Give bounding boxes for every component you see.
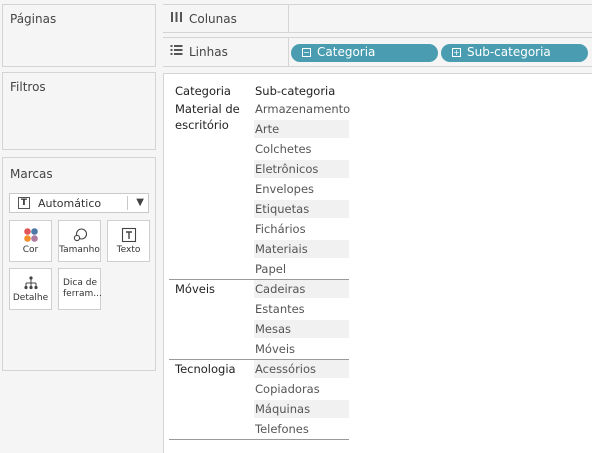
columns-shelf[interactable]: Colunas <box>163 4 592 33</box>
subcategory-row[interactable]: Cadeiras <box>255 282 305 296</box>
subcategory-row[interactable]: Mesas <box>255 322 291 336</box>
subcategory-row[interactable]: Materiais <box>255 242 308 256</box>
text-button[interactable]: Texto <box>107 220 150 262</box>
rows-icon <box>170 44 183 59</box>
collapse-icon[interactable]: − <box>302 48 311 57</box>
header-categoria[interactable]: Categoria <box>175 84 231 98</box>
pages-title: Páginas <box>10 12 57 26</box>
marks-title: Marcas <box>10 167 53 181</box>
rows-shelf-header: Linhas <box>163 38 289 66</box>
size-button-label: Tamanho <box>59 245 100 255</box>
color-button[interactable]: Cor <box>9 220 52 262</box>
pill-subcategoria[interactable]: + Sub-categoria <box>441 44 588 62</box>
tooltip-button-label: Dica de ferram... <box>63 278 102 299</box>
columns-shelf-label: Colunas <box>189 12 237 26</box>
category-material-escritorio[interactable]: Material de escritório <box>175 101 247 133</box>
subcategory-row[interactable]: Máquinas <box>255 402 310 416</box>
color-dots-icon <box>10 227 51 243</box>
detail-button-label: Detalhe <box>12 293 49 303</box>
marks-card: Marcas <box>2 157 156 371</box>
detail-icon <box>10 275 51 291</box>
dropdown-separator <box>127 196 128 210</box>
filters-card[interactable]: Filtros <box>2 72 156 150</box>
subcategory-row[interactable]: Acessórios <box>255 362 316 376</box>
category-tecnologia[interactable]: Tecnologia <box>175 361 236 377</box>
subcategory-row[interactable]: Etiquetas <box>255 202 309 216</box>
pill-subcategoria-label: Sub-categoria <box>467 45 551 59</box>
subcategory-row[interactable]: Armazenamento <box>255 102 350 116</box>
text-mark-icon: T <box>18 197 30 209</box>
subcategory-row[interactable]: Colchetes <box>255 142 312 156</box>
category-moveis[interactable]: Móveis <box>175 281 215 297</box>
tooltip-button[interactable]: Dica de ferram... <box>58 268 102 310</box>
detail-button[interactable]: Detalhe <box>9 268 52 310</box>
subcategory-row[interactable]: Telefones <box>255 422 309 436</box>
columns-icon <box>170 11 183 26</box>
text-icon <box>108 227 149 243</box>
header-subcategoria[interactable]: Sub-categoria <box>255 84 335 98</box>
size-button[interactable]: Tamanho <box>58 220 101 262</box>
rows-shelf-label: Linhas <box>189 45 228 59</box>
subcategory-row[interactable]: Copiadoras <box>255 382 320 396</box>
columns-shelf-header: Colunas <box>163 5 289 32</box>
pill-categoria[interactable]: − Categoria <box>291 44 438 62</box>
rows-shelf[interactable]: Linhas − Categoria + Sub-categoria <box>163 37 592 67</box>
group-divider <box>169 439 349 440</box>
mark-type-label: Automático <box>38 197 102 210</box>
expand-icon[interactable]: + <box>452 48 461 57</box>
mark-type-dropdown[interactable]: T Automático ▼ <box>9 193 149 213</box>
filters-title: Filtros <box>10 80 46 94</box>
size-icon <box>59 227 100 243</box>
color-button-label: Cor <box>22 245 39 255</box>
subcategory-row[interactable]: Papel <box>255 262 286 276</box>
pill-categoria-label: Categoria <box>317 45 376 59</box>
subcategory-row[interactable]: Móveis <box>255 342 295 356</box>
subcategory-row[interactable]: Estantes <box>255 302 305 316</box>
subcategory-row[interactable]: Eletrônicos <box>255 162 318 176</box>
subcategory-row[interactable]: Envelopes <box>255 182 314 196</box>
subcategory-row[interactable]: Arte <box>255 122 279 136</box>
chevron-down-icon[interactable]: ▼ <box>136 194 144 212</box>
subcategory-row[interactable]: Fichários <box>255 222 306 236</box>
text-button-label: Texto <box>116 245 141 255</box>
pages-card[interactable]: Páginas <box>2 4 156 67</box>
